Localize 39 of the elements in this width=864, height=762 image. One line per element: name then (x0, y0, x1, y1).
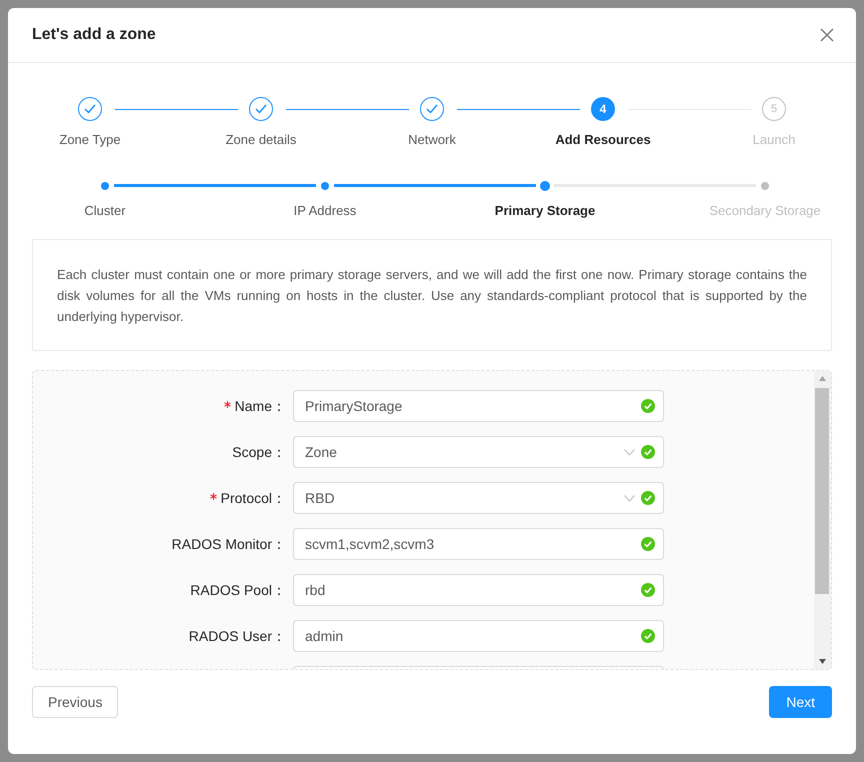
chevron-down-icon (624, 448, 635, 456)
close-icon[interactable] (820, 28, 834, 42)
substep-label: Secondary Storage (709, 202, 821, 220)
check-circle-icon (641, 583, 655, 597)
step-label: Add Resources (555, 131, 651, 149)
select-field[interactable]: Zone (293, 436, 664, 468)
step-number: 5 (762, 97, 786, 121)
step-label: Zone Type (59, 131, 121, 149)
step-label: Launch (752, 131, 796, 149)
input-field[interactable]: admin (293, 620, 664, 652)
substep-label: Primary Storage (494, 202, 596, 220)
scrollbar[interactable] (814, 371, 831, 669)
dialog-title: Let's add a zone (32, 25, 156, 45)
scroll-up-icon[interactable] (819, 376, 826, 381)
field-label: Protocol： (220, 488, 286, 508)
substep-label: Cluster (84, 202, 126, 220)
step-label: Zone details (226, 131, 296, 149)
check-circle-icon (641, 491, 655, 505)
scroll-down-icon[interactable] (819, 659, 826, 664)
scrollbar-thumb[interactable] (815, 388, 829, 594)
check-circle-icon (641, 445, 655, 459)
field-label: RADOS Monitor： (172, 534, 286, 554)
step-label: Network (408, 131, 456, 149)
input-field[interactable]: PrimaryStorage (293, 390, 664, 422)
check-circle-icon (641, 629, 655, 643)
previous-button[interactable]: Previous (32, 686, 118, 718)
check-circle-icon (641, 537, 655, 551)
field-label: RADOS User： (188, 626, 286, 646)
field-label: RADOS Pool： (190, 580, 286, 600)
input-field[interactable]: scvm1,scvm2,scvm3 (293, 528, 664, 560)
check-circle-icon (641, 399, 655, 413)
step-number: 4 (591, 97, 615, 121)
field-label: Name： (234, 396, 286, 416)
substep-label: IP Address (294, 202, 356, 220)
chevron-down-icon (624, 494, 635, 502)
input-field[interactable]: rbd (293, 574, 664, 606)
select-field[interactable]: RBD (293, 482, 664, 514)
field-label: Scope： (232, 442, 286, 462)
description-text: Each cluster must contain one or more primary storage servers, and we will add the first one now. Primary storage contains the disk volumes for all the VMs running on hosts in the cluster. Use any standards-compliant protocol that is supported by the underlying hypervisor. (57, 266, 807, 326)
